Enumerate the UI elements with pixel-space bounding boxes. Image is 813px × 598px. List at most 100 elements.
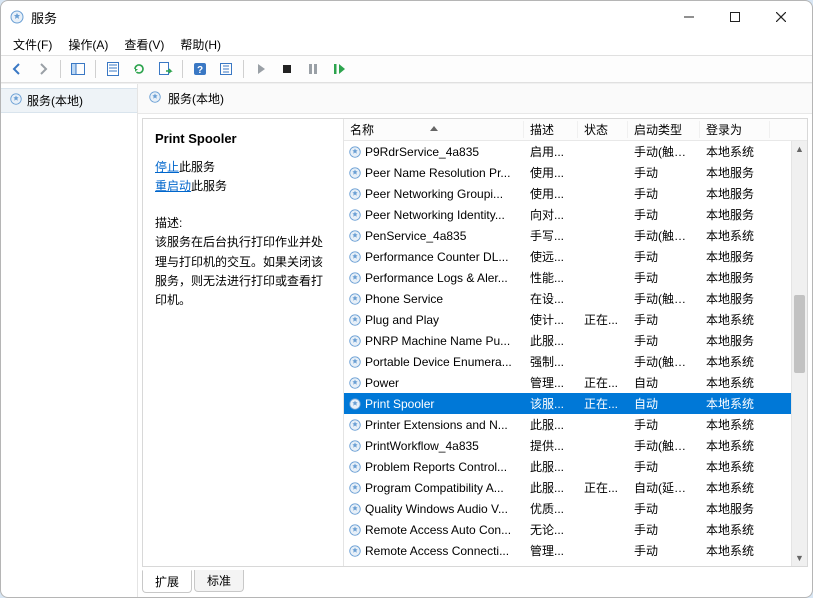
service-name-text: P9RdrService_4a835 bbox=[365, 145, 479, 159]
tab-extended[interactable]: 扩展 bbox=[142, 570, 192, 593]
menu-file[interactable]: 文件(F) bbox=[5, 34, 60, 55]
service-row[interactable]: Performance Counter DL...使远...手动本地服务 bbox=[344, 246, 807, 267]
service-row[interactable]: Remote Access Connecti...管理...手动本地系统 bbox=[344, 540, 807, 561]
cell-startup-type: 自动 bbox=[628, 374, 700, 391]
service-icon bbox=[348, 292, 362, 306]
console-tree-pane: 服务(本地) bbox=[1, 84, 138, 597]
vertical-scrollbar[interactable]: ▲ ▼ bbox=[791, 141, 807, 566]
tab-standard[interactable]: 标准 bbox=[194, 570, 244, 592]
cell-logon-as: 本地系统 bbox=[700, 143, 770, 160]
show-hide-tree-button[interactable] bbox=[66, 57, 90, 81]
cell-description: 强制... bbox=[524, 353, 578, 370]
service-row[interactable]: Peer Networking Identity...向对...手动本地服务 bbox=[344, 204, 807, 225]
cell-description: 优质... bbox=[524, 500, 578, 517]
service-row[interactable]: Plug and Play使计...正在...手动本地系统 bbox=[344, 309, 807, 330]
cell-description: 无论... bbox=[524, 521, 578, 538]
stop-service-suffix: 此服务 bbox=[179, 160, 215, 174]
cell-name: Performance Counter DL... bbox=[344, 250, 524, 264]
cell-description: 提供... bbox=[524, 437, 578, 454]
cell-startup-type: 手动 bbox=[628, 248, 700, 265]
scroll-up-arrow[interactable]: ▲ bbox=[792, 141, 807, 157]
cell-name: Printer Extensions and N... bbox=[344, 418, 524, 432]
restart-service-suffix: 此服务 bbox=[191, 179, 227, 193]
column-header-status[interactable]: 状态 bbox=[578, 121, 628, 138]
service-icon bbox=[348, 187, 362, 201]
cell-logon-as: 本地服务 bbox=[700, 185, 770, 202]
service-row[interactable]: Print Spooler该服...正在...自动本地系统 bbox=[344, 393, 807, 414]
menu-help[interactable]: 帮助(H) bbox=[172, 34, 229, 55]
cell-startup-type: 手动 bbox=[628, 521, 700, 538]
menu-view[interactable]: 查看(V) bbox=[116, 34, 172, 55]
minimize-button[interactable] bbox=[666, 2, 712, 32]
service-row[interactable]: Peer Networking Groupi...使用...手动本地服务 bbox=[344, 183, 807, 204]
service-icon bbox=[348, 250, 362, 264]
restart-service-button[interactable] bbox=[327, 57, 351, 81]
tree-node-services-local[interactable]: 服务(本地) bbox=[1, 88, 137, 113]
service-name-text: Remote Access Connecti... bbox=[365, 544, 509, 558]
service-row[interactable]: PrintWorkflow_4a835提供...手动(触发...本地系统 bbox=[344, 435, 807, 456]
start-service-button[interactable] bbox=[249, 57, 273, 81]
service-name-text: PenService_4a835 bbox=[365, 229, 466, 243]
toolbar-separator bbox=[95, 60, 96, 78]
toolbar: ? bbox=[1, 55, 812, 83]
service-row[interactable]: Portable Device Enumera...强制...手动(触发...本… bbox=[344, 351, 807, 372]
help-button[interactable]: ? bbox=[188, 57, 212, 81]
cell-startup-type: 自动 bbox=[628, 395, 700, 412]
close-button[interactable] bbox=[758, 2, 804, 32]
pause-service-button[interactable] bbox=[301, 57, 325, 81]
back-button[interactable] bbox=[5, 57, 29, 81]
stop-service-link[interactable]: 停止 bbox=[155, 160, 179, 174]
service-row[interactable]: PenService_4a835手写...手动(触发...本地系统 bbox=[344, 225, 807, 246]
service-row[interactable]: Phone Service在设...手动(触发...本地服务 bbox=[344, 288, 807, 309]
services-window: 服务 文件(F) 操作(A) 查看(V) 帮助(H) bbox=[0, 0, 813, 598]
column-headers: 名称 描述 状态 启动类型 登录为 bbox=[344, 119, 807, 141]
scroll-down-arrow[interactable]: ▼ bbox=[792, 550, 807, 566]
cell-logon-as: 本地服务 bbox=[700, 248, 770, 265]
scrollbar-track[interactable] bbox=[792, 157, 807, 550]
service-row[interactable]: Remote Access Auto Con...无论...手动本地系统 bbox=[344, 519, 807, 540]
column-header-startup-type[interactable]: 启动类型 bbox=[628, 121, 700, 138]
service-row[interactable]: Printer Extensions and N...此服...手动本地系统 bbox=[344, 414, 807, 435]
service-name-text: Program Compatibility A... bbox=[365, 481, 504, 495]
service-name-text: Peer Name Resolution Pr... bbox=[365, 166, 510, 180]
cell-description: 在设... bbox=[524, 290, 578, 307]
forward-button[interactable] bbox=[31, 57, 55, 81]
service-list-body: P9RdrService_4a835启用...手动(触发...本地系统 Peer … bbox=[344, 141, 807, 566]
service-icon bbox=[348, 334, 362, 348]
service-name-text: Peer Networking Identity... bbox=[365, 208, 505, 222]
stop-service-line: 停止此服务 bbox=[155, 158, 331, 177]
service-row[interactable]: Performance Logs & Aler...性能...手动本地服务 bbox=[344, 267, 807, 288]
cell-startup-type: 自动(延迟... bbox=[628, 479, 700, 496]
service-row[interactable]: P9RdrService_4a835启用...手动(触发...本地系统 bbox=[344, 141, 807, 162]
cell-startup-type: 手动 bbox=[628, 458, 700, 475]
menu-action[interactable]: 操作(A) bbox=[60, 34, 116, 55]
scrollbar-thumb[interactable] bbox=[794, 295, 805, 374]
column-header-name[interactable]: 名称 bbox=[344, 121, 524, 138]
service-name-text: Performance Logs & Aler... bbox=[365, 271, 508, 285]
window-title: 服务 bbox=[31, 8, 57, 27]
service-row[interactable]: Problem Reports Control...此服...手动本地系统 bbox=[344, 456, 807, 477]
cell-logon-as: 本地系统 bbox=[700, 353, 770, 370]
service-icon bbox=[348, 481, 362, 495]
app-icon bbox=[9, 9, 25, 25]
maximize-button[interactable] bbox=[712, 2, 758, 32]
cell-description: 使用... bbox=[524, 164, 578, 181]
service-name-text: Problem Reports Control... bbox=[365, 460, 507, 474]
service-row[interactable]: Quality Windows Audio V...优质...手动本地服务 bbox=[344, 498, 807, 519]
service-icon bbox=[348, 208, 362, 222]
service-row[interactable]: Power管理...正在...自动本地系统 bbox=[344, 372, 807, 393]
toolbar-button[interactable] bbox=[214, 57, 238, 81]
properties-button[interactable] bbox=[101, 57, 125, 81]
export-list-button[interactable] bbox=[153, 57, 177, 81]
refresh-button[interactable] bbox=[127, 57, 151, 81]
restart-service-link[interactable]: 重启动 bbox=[155, 179, 191, 193]
cell-name: Program Compatibility A... bbox=[344, 481, 524, 495]
svg-text:?: ? bbox=[197, 65, 203, 76]
service-row[interactable]: PNRP Machine Name Pu...此服...手动本地服务 bbox=[344, 330, 807, 351]
column-header-logon-as[interactable]: 登录为 bbox=[700, 121, 770, 138]
service-row[interactable]: Program Compatibility A...此服...正在...自动(延… bbox=[344, 477, 807, 498]
column-header-description[interactable]: 描述 bbox=[524, 121, 578, 138]
stop-service-button[interactable] bbox=[275, 57, 299, 81]
cell-name: Remote Access Connecti... bbox=[344, 544, 524, 558]
service-row[interactable]: Peer Name Resolution Pr...使用...手动本地服务 bbox=[344, 162, 807, 183]
